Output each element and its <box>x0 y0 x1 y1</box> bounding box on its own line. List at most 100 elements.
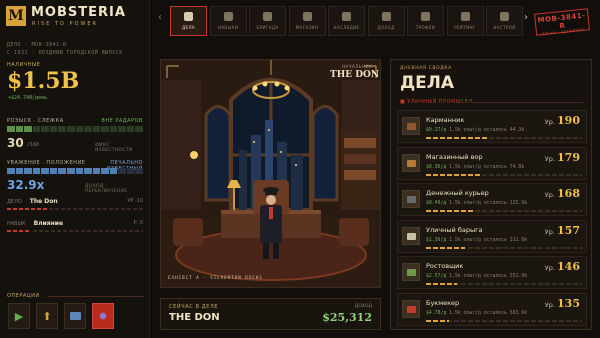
job-remaining: осталось 44.3k <box>483 128 525 133</box>
job-xp: 1.5k опыт/д <box>449 128 481 133</box>
meter-segment <box>32 126 41 132</box>
meter-segment <box>24 168 32 174</box>
meter-segment <box>126 168 135 174</box>
tab-3[interactable]: МАГАЗИН <box>288 6 326 36</box>
meter-segment <box>32 168 41 174</box>
tab-label: ДЕЛА <box>182 25 195 30</box>
job-item-icon <box>407 269 416 276</box>
meter-segment <box>135 168 143 174</box>
meter-segment <box>15 168 24 174</box>
jobs-panel: ДНЕВНАЯ СВОДКА ДЕЛА ■ УЛИЧНЫЙ ПРОМЫСЕЛ К… <box>390 59 592 330</box>
rank-progress-skill-bg <box>33 230 143 232</box>
rank-value: The Don <box>29 198 58 205</box>
special-ability-button[interactable]: ✹ <box>92 303 114 329</box>
scene-tag-title: THE DON <box>330 70 380 80</box>
rank-extra: Р. 0 <box>133 220 143 226</box>
job-xp: 1.5k опыт/д <box>449 310 481 316</box>
tab-8[interactable]: НАСТРОЙ <box>486 6 523 36</box>
job-remaining: осталось 583.6k <box>483 310 528 316</box>
play-button[interactable]: ▶ <box>8 303 30 329</box>
tab-5[interactable]: ДОХОД <box>367 6 405 36</box>
job-stats: $1.36/д 1.5k опыт/д осталось 211.8k <box>426 238 527 243</box>
job-thumbnail-icon <box>402 263 420 281</box>
tab-icon <box>421 12 430 21</box>
tab-label: ДОХОД <box>377 25 395 30</box>
tab-1[interactable]: НАВЫКИ <box>209 6 247 36</box>
office-scene <box>161 60 380 287</box>
job-level-prefix: Ур. <box>544 227 555 236</box>
chevron-right-icon[interactable]: › <box>524 12 528 23</box>
meter-segment <box>84 168 92 174</box>
job-row[interactable]: Денежный курьер Ур. 168 $0.49/д 1.5k опыт/… <box>397 183 587 216</box>
tab-7[interactable]: РЕЙТИНГ <box>446 6 484 36</box>
tab-0[interactable]: ДЕЛА <box>170 6 207 36</box>
job-progress-fill <box>426 283 458 285</box>
job-progress-track <box>426 319 582 322</box>
tab-icon <box>184 12 193 21</box>
ledger-button[interactable] <box>64 303 86 329</box>
tab-icon <box>381 12 391 21</box>
meter-segment <box>49 126 58 132</box>
tab-label: НАСТРОЙ <box>493 25 516 30</box>
job-remaining: осталось 74.8k <box>483 164 525 170</box>
cash-value: $1.5B <box>7 68 80 94</box>
chevron-left-icon[interactable]: ‹ <box>158 12 162 23</box>
tab-2[interactable]: БРИГАДА <box>249 6 286 36</box>
tab-4[interactable]: НАСЛЕДИЕ <box>328 6 365 36</box>
job-remaining: осталось 125.9k <box>483 201 528 206</box>
scene-tag-small: НАЧАЛЬНИК <box>342 64 373 69</box>
rank-key: НАВЫК <box>7 221 26 227</box>
income-label: ДОХОД <box>354 304 372 309</box>
tab-icon <box>302 12 312 21</box>
book-icon <box>69 312 81 320</box>
tab-label: НАВЫКИ <box>217 25 239 30</box>
job-row[interactable]: Уличный барыга Ур. 157 $1.36/д 1.5k опыт/д… <box>397 219 587 253</box>
job-row[interactable]: Ростовщик Ур. 146 $2.57/д 1.5k опыт/д оста… <box>397 256 587 289</box>
job-stats: $0.17/д 1.5k опыт/д осталось 44.3k <box>426 128 524 133</box>
job-row[interactable]: Карманник Ур. 190 $0.17/д 1.5k опыт/д оста… <box>397 110 587 143</box>
job-pay: $4.78/д <box>426 310 447 316</box>
respect-label: УВАЖЕНИЕ · ПОЛОЖЕНИЕ <box>7 160 86 166</box>
meter-segment <box>41 168 49 174</box>
job-level-value: 179 <box>557 150 580 164</box>
gear-icon: ✹ <box>98 309 108 323</box>
scene-illustration <box>160 59 381 288</box>
cash-rate: +$24.74B/день <box>8 95 48 101</box>
rank-row-case: ДЕЛО The Don УР. 10 <box>7 198 143 205</box>
job-xp: 1.5k опыт/д <box>449 237 481 243</box>
job-progress-fill <box>426 173 481 176</box>
job-level-value: 135 <box>557 296 580 310</box>
job-level: Ур. 168 <box>545 187 580 200</box>
app-title: MOBSTERIA <box>31 5 126 20</box>
meter-segment <box>15 126 24 132</box>
meter-segment <box>75 168 84 174</box>
job-progress-fill <box>426 246 465 249</box>
job-level-value: 168 <box>557 187 580 200</box>
job-row[interactable]: Магазинный вор Ур. 179 $0.36/д 1.5k опыт/д… <box>397 146 587 180</box>
respect-value: 32.9x <box>7 178 45 192</box>
heat-max: /160 <box>27 142 40 148</box>
jobs-panel-label: ДНЕВНАЯ СВОДКА <box>400 66 452 71</box>
job-row[interactable]: Букмекер Ур. 135 $4.78/д 1.5k опыт/д остал… <box>397 292 587 326</box>
job-level-prefix: Ур. <box>544 300 555 309</box>
heat-label: РОЗЫСК · СЛЕЖКА <box>7 118 64 124</box>
tab-label: НАСЛЕДИЕ <box>333 25 360 30</box>
job-thumbnail-icon <box>402 226 420 245</box>
job-name: Букмекер <box>426 298 460 307</box>
rank-extra: УР. 10 <box>127 198 143 204</box>
tab-6[interactable]: ТРОФЕИ <box>407 6 444 36</box>
job-pay: $0.17/д <box>426 128 447 133</box>
meter-segment <box>24 126 32 132</box>
case-meta-line2: С 1931 · ПОЗДНИЙ ГОРОДСКОЙ ВЫПУСК <box>7 50 123 56</box>
jobs-section-text: УЛИЧНЫЙ ПРОМЫСЕЛ <box>407 99 473 105</box>
job-item-icon <box>407 232 416 240</box>
meter-segment <box>7 168 15 174</box>
app-subtitle: RISE TO POWER <box>32 21 98 27</box>
heat-status: ВНЕ РАДАРОВ <box>101 118 143 124</box>
job-progress-fill <box>426 210 473 212</box>
upgrade-button[interactable]: ⬆ <box>36 303 58 329</box>
status-sidebar: M MOBSTERIA RISE TO POWER ДЕЛО · MOB-384… <box>0 0 150 338</box>
meter-segment <box>7 126 15 132</box>
job-level: Ур. 146 <box>545 260 580 273</box>
meter-segment <box>92 126 101 132</box>
